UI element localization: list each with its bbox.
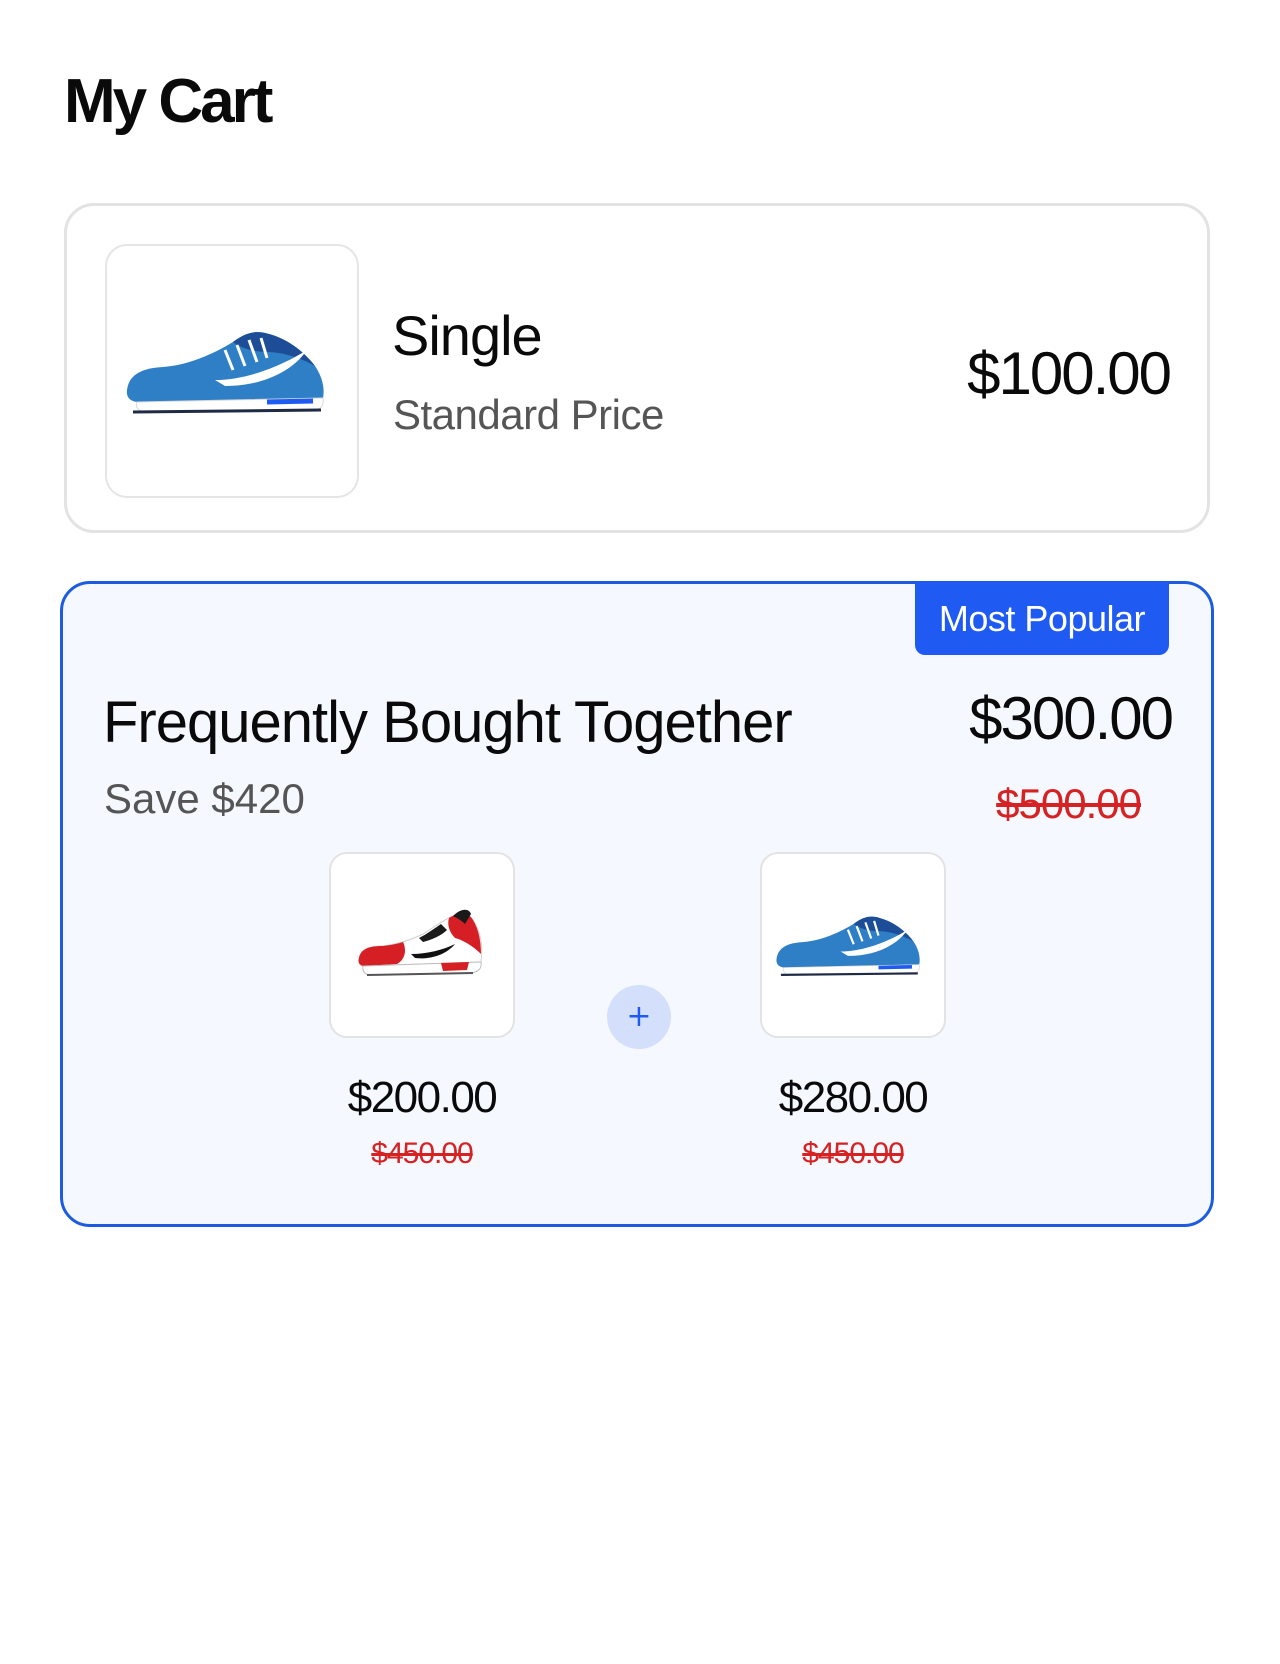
single-option-price: $100.00 (967, 340, 1172, 407)
bundle-item-thumbnail (329, 852, 515, 1038)
most-popular-badge: Most Popular (914, 582, 1169, 655)
bundle-item-price: $200.00 (347, 1073, 498, 1122)
single-option-card[interactable]: Single Standard Price $100.00 (64, 203, 1210, 533)
bundle-item-price: $280.00 (778, 1073, 929, 1122)
red-white-sneaker-icon (358, 909, 483, 976)
bundle-price: $300.00 (969, 685, 1174, 752)
page-title: My Cart (64, 67, 273, 136)
bundle-option-card[interactable]: Most Popular Frequently Bought Together … (60, 581, 1214, 1227)
blue-running-shoe-icon (126, 332, 324, 414)
bundle-item-original-price: $450.00 (371, 1137, 473, 1170)
bundle-item[interactable]: $200.00 $450.00 (329, 852, 515, 1172)
bundle-title: Frequently Bought Together (103, 690, 793, 755)
plus-icon: + (607, 985, 671, 1049)
bundle-item-thumbnail (760, 852, 946, 1038)
bundle-savings: Save $420 (104, 775, 305, 822)
single-option-name: Single (392, 304, 543, 367)
single-option-subtitle: Standard Price (393, 391, 664, 438)
single-product-thumbnail (105, 244, 359, 498)
blue-running-shoe-icon (776, 916, 920, 976)
bundle-original-price: $500.00 (996, 780, 1142, 827)
bundle-item-original-price: $450.00 (802, 1137, 904, 1170)
bundle-item[interactable]: $280.00 $450.00 (760, 852, 946, 1172)
